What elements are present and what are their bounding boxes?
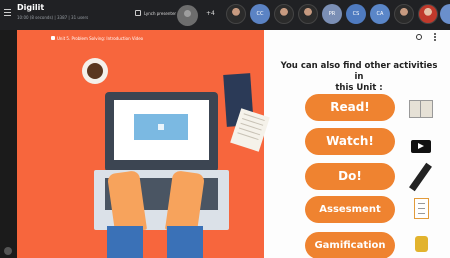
gamification-button[interactable]: Gamification xyxy=(305,232,395,258)
participant-avatar[interactable]: CA xyxy=(370,4,390,24)
share-icon[interactable] xyxy=(416,34,422,40)
self-camera-avatar[interactable] xyxy=(177,5,198,26)
more-options-icon[interactable] xyxy=(434,33,436,41)
right-sleeve xyxy=(167,226,203,258)
more-participants-count[interactable]: +4 xyxy=(206,10,215,17)
hamburger-menu-icon[interactable] xyxy=(4,9,11,17)
participant-avatar[interactable] xyxy=(440,4,450,24)
illustration-panel xyxy=(17,30,270,258)
laptop-icon xyxy=(105,92,218,172)
video-icon xyxy=(51,36,55,40)
participant-avatar[interactable]: CS xyxy=(346,4,366,24)
slide-heading-line1: You can also find other activities in xyxy=(280,61,438,82)
participant-avatar[interactable]: PR xyxy=(322,4,342,24)
participant-avatar[interactable] xyxy=(274,4,294,24)
book-icon xyxy=(409,100,433,118)
participant-avatar[interactable] xyxy=(298,4,318,24)
slide-heading-line2: this Unit : xyxy=(335,83,383,93)
meeting-info: 10:00 (8 seconds) | 3387 | 31 users xyxy=(17,15,89,20)
watch-button[interactable]: Watch! xyxy=(305,128,395,155)
bottom-left-icon[interactable] xyxy=(4,247,12,255)
participant-avatar[interactable] xyxy=(418,4,438,24)
participant-avatar[interactable]: CC xyxy=(250,4,270,24)
slide-heading: You can also find other activities in th… xyxy=(279,61,439,94)
meeting-topbar: Digilit 10:00 (8 seconds) | 3387 | 31 us… xyxy=(0,0,450,30)
presenter-icon xyxy=(135,10,141,16)
participant-avatar[interactable] xyxy=(394,4,414,24)
clipboard-icon xyxy=(414,198,429,219)
shared-video-stage[interactable]: Unit 5. Problem Solving: Introduction Vi… xyxy=(17,30,450,258)
assessment-button[interactable]: Assesment xyxy=(305,196,395,223)
participant-avatar[interactable] xyxy=(226,4,246,24)
read-button[interactable]: Read! xyxy=(305,94,395,121)
video-title: Unit 5. Problem Solving: Introduction Vi… xyxy=(57,36,144,41)
coffee-cup-icon xyxy=(82,58,108,84)
do-button[interactable]: Do! xyxy=(305,163,395,190)
app-title: Digilit xyxy=(17,3,45,12)
play-icon xyxy=(411,140,431,153)
pencil-icon xyxy=(409,162,432,192)
badge-icon xyxy=(415,236,428,252)
presenter-label: Lynch presenter xyxy=(144,11,177,16)
left-sleeve xyxy=(107,226,143,258)
